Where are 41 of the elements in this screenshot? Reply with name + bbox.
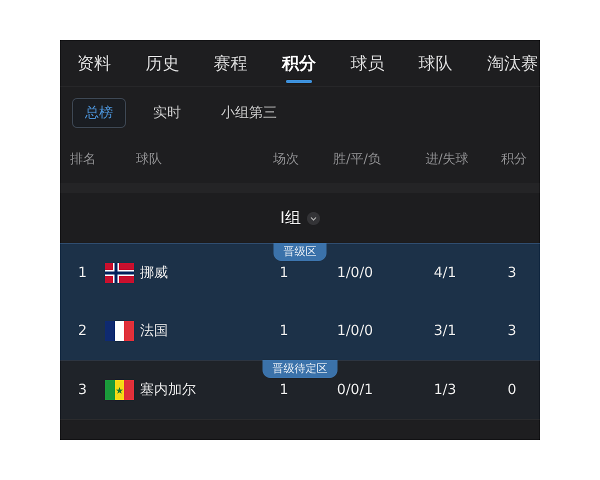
column-header: 胜/平/负 bbox=[332, 151, 382, 168]
filter-tab[interactable]: 小组第三 bbox=[208, 98, 290, 128]
column-header: 场次 bbox=[272, 151, 300, 168]
flag-icon bbox=[105, 380, 134, 400]
goals-cell-text: 3/1 bbox=[432, 323, 458, 339]
zone-label: 晋级区 bbox=[274, 243, 326, 261]
tab[interactable]: 历史 bbox=[145, 44, 180, 82]
points-cell-text: 3 bbox=[506, 323, 518, 339]
rank-cell-text: 3 bbox=[78, 382, 88, 398]
flag-icon bbox=[105, 321, 134, 341]
team-name: 法国 bbox=[140, 322, 168, 340]
rank-cell-text: 1 bbox=[78, 265, 88, 281]
group-title: I组 bbox=[280, 208, 301, 228]
filter-tab[interactable]: 实时 bbox=[140, 98, 194, 128]
played-cell-text: 1 bbox=[278, 323, 290, 339]
column-header: 进/失球 bbox=[424, 151, 470, 168]
tab[interactable]: 球员 bbox=[350, 44, 384, 82]
tab[interactable]: 淘汰赛 bbox=[486, 44, 538, 82]
tab[interactable]: 资料 bbox=[77, 44, 111, 82]
record-cell-text: 1/0/0 bbox=[336, 265, 374, 281]
record-cell-text: 0/0/1 bbox=[336, 382, 374, 398]
column-header: 积分 bbox=[500, 151, 528, 168]
tab[interactable]: 赛程 bbox=[214, 44, 248, 82]
zone-label: 晋级待定区 bbox=[262, 360, 338, 378]
filter-tab[interactable]: 总榜 bbox=[72, 98, 126, 128]
tab[interactable]: 积分 bbox=[282, 44, 316, 82]
points-cell-text: 0 bbox=[506, 382, 518, 398]
team-name: 塞内加尔 bbox=[140, 381, 196, 399]
played-cell-text: 1 bbox=[278, 382, 290, 398]
goals-cell-text: 1/3 bbox=[432, 382, 458, 398]
played-cell-text: 1 bbox=[278, 265, 290, 281]
chevron-down-icon[interactable] bbox=[306, 212, 320, 224]
goals-cell-text: 4/1 bbox=[432, 265, 458, 281]
team-name: 挪威 bbox=[140, 264, 168, 282]
record-cell-text: 1/0/0 bbox=[336, 323, 374, 339]
flag-icon bbox=[105, 263, 134, 283]
column-header: 球队 bbox=[136, 151, 163, 168]
tab[interactable]: 球队 bbox=[418, 44, 453, 82]
points-cell-text: 3 bbox=[506, 265, 518, 281]
column-header: 排名 bbox=[70, 151, 97, 168]
rank-cell-text: 2 bbox=[78, 323, 88, 339]
